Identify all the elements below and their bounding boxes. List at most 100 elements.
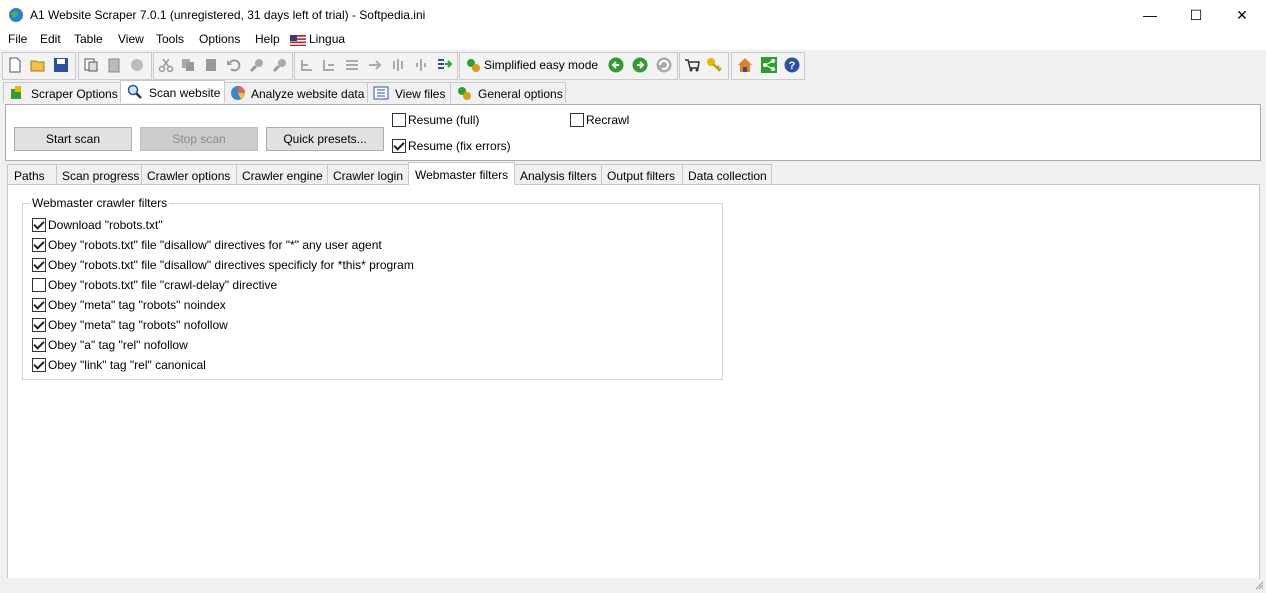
magnifier-icon xyxy=(127,84,142,99)
filter-checkbox[interactable] xyxy=(32,218,46,232)
subtab-data-collection[interactable]: Data collection xyxy=(682,164,772,185)
stop-scan-button[interactable]: Stop scan xyxy=(140,127,258,151)
copy-icon[interactable] xyxy=(180,57,196,73)
subtab-analysis-filters[interactable]: Analysis filters xyxy=(514,164,602,185)
paste-options-icon[interactable] xyxy=(106,57,122,73)
filter-checkbox[interactable] xyxy=(32,278,46,292)
filter-checkbox[interactable] xyxy=(32,318,46,332)
tab-label: Scan website xyxy=(149,86,221,100)
menu-edit[interactable]: Edit xyxy=(40,32,61,46)
shopping-cart-icon[interactable] xyxy=(684,57,700,73)
refresh-icon[interactable] xyxy=(656,57,672,73)
tree-expand-icon[interactable] xyxy=(299,57,315,73)
filter-label: Obey "meta" tag "robots" nofollow xyxy=(48,318,228,332)
quick-presets-button[interactable]: Quick presets... xyxy=(266,127,384,151)
share-icon[interactable] xyxy=(761,57,777,73)
menu-bar: File Edit Table View Tools Options Help … xyxy=(0,30,1266,51)
menu-view[interactable]: View xyxy=(118,32,144,46)
svg-text:?: ? xyxy=(789,60,796,72)
tree-list-icon[interactable] xyxy=(344,57,360,73)
menu-file[interactable]: File xyxy=(8,32,27,46)
tab-general-options[interactable]: General options xyxy=(450,82,566,103)
crawler-filters-legend: Webmaster crawler filters xyxy=(30,196,170,210)
menu-lingua[interactable]: Lingua xyxy=(309,32,345,46)
tab-label: Scan progress xyxy=(62,169,140,183)
resume-full-label: Resume (full) xyxy=(408,113,480,127)
filter-label: Obey "robots.txt" file "disallow" direct… xyxy=(48,258,414,272)
clear-icon[interactable] xyxy=(129,57,145,73)
tab-label: Paths xyxy=(14,169,45,183)
simplified-mode-icon[interactable] xyxy=(465,57,481,73)
resume-full-checkbox[interactable] xyxy=(392,113,406,127)
menu-options[interactable]: Options xyxy=(199,32,240,46)
minimize-button[interactable]: — xyxy=(1127,0,1173,30)
find-next-icon[interactable] xyxy=(272,57,288,73)
filter-checkbox[interactable] xyxy=(32,258,46,272)
back-arrow-icon[interactable] xyxy=(608,57,624,73)
subtab-crawler-login[interactable]: Crawler login xyxy=(327,164,409,185)
gears-icon xyxy=(458,87,471,100)
tab-label: Analyze website data xyxy=(251,87,365,101)
simplified-mode-button[interactable]: Simplified easy mode xyxy=(484,58,598,72)
filter-label: Obey "meta" tag "robots" noindex xyxy=(48,298,226,312)
export-tree-icon[interactable] xyxy=(436,57,452,73)
cut-icon[interactable] xyxy=(158,57,174,73)
filter-label: Obey "robots.txt" file "disallow" direct… xyxy=(48,238,382,252)
menu-tools[interactable]: Tools xyxy=(156,32,184,46)
tab-label: Output filters xyxy=(607,169,676,183)
filter-checkbox[interactable] xyxy=(32,338,46,352)
tab-label: Analysis filters xyxy=(520,169,597,183)
horizontal-scrollbar[interactable] xyxy=(5,578,1259,592)
tab-analyze-website-data[interactable]: Analyze website data xyxy=(224,82,368,103)
open-folder-icon[interactable] xyxy=(30,57,46,73)
new-file-icon[interactable] xyxy=(7,57,23,73)
tab-scan-website[interactable]: Scan website xyxy=(120,80,225,103)
home-icon[interactable] xyxy=(737,57,753,73)
subtab-paths[interactable]: Paths xyxy=(7,164,57,185)
save-icon[interactable] xyxy=(53,57,69,73)
tab-label: Crawler login xyxy=(333,169,404,183)
tab-label: Scraper Options xyxy=(31,87,118,101)
subtab-output-filters[interactable]: Output filters xyxy=(601,164,683,185)
app-globe-icon xyxy=(9,8,23,22)
filter-label: Obey "link" tag "rel" canonical xyxy=(48,358,206,372)
resize-grip-icon[interactable] xyxy=(1254,580,1264,590)
recrawl-label: Recrawl xyxy=(586,113,630,127)
collapse-all-icon[interactable] xyxy=(413,57,429,73)
undo-icon[interactable] xyxy=(226,57,242,73)
toolbar: Simplified easy mode ? xyxy=(0,51,1266,80)
start-scan-button[interactable]: Start scan xyxy=(14,127,132,151)
tab-scraper-options[interactable]: Scraper Options xyxy=(3,82,121,103)
tab-label: General options xyxy=(478,87,563,101)
recrawl-checkbox[interactable] xyxy=(570,113,584,127)
window-title: A1 Website Scraper 7.0.1 (unregistered, … xyxy=(30,8,426,22)
subtab-crawler-options[interactable]: Crawler options xyxy=(141,164,237,185)
title-bar: A1 Website Scraper 7.0.1 (unregistered, … xyxy=(0,0,1266,30)
find-icon[interactable] xyxy=(249,57,265,73)
copy-options-icon[interactable] xyxy=(83,57,99,73)
subtab-webmaster-filters[interactable]: Webmaster filters xyxy=(408,162,515,185)
tab-label: Crawler engine xyxy=(242,169,323,183)
paste-icon[interactable] xyxy=(203,57,219,73)
close-button[interactable]: ✕ xyxy=(1219,0,1265,30)
filter-checkbox[interactable] xyxy=(32,298,46,312)
tab-view-files[interactable]: View files xyxy=(367,82,451,103)
help-icon[interactable]: ? xyxy=(784,57,800,73)
tab-label: Webmaster filters xyxy=(415,168,509,182)
register-key-icon[interactable] xyxy=(706,57,722,73)
menu-help[interactable]: Help xyxy=(255,32,280,46)
filter-checkbox[interactable] xyxy=(32,238,46,252)
maximize-button[interactable]: ☐ xyxy=(1173,0,1219,30)
subtab-scan-progress[interactable]: Scan progress xyxy=(56,164,142,185)
expand-all-icon[interactable] xyxy=(390,57,406,73)
filter-label: Download "robots.txt" xyxy=(48,218,163,232)
puzzle-icon xyxy=(11,86,21,99)
tree-collapse-icon[interactable] xyxy=(321,57,337,73)
forward-arrow-icon[interactable] xyxy=(632,57,648,73)
resume-fix-errors-label: Resume (fix errors) xyxy=(408,139,511,153)
subtab-crawler-engine[interactable]: Crawler engine xyxy=(236,164,328,185)
menu-table[interactable]: Table xyxy=(74,32,103,46)
move-right-icon[interactable] xyxy=(367,57,383,73)
resume-fix-errors-checkbox[interactable] xyxy=(392,139,406,153)
filter-checkbox[interactable] xyxy=(32,358,46,372)
